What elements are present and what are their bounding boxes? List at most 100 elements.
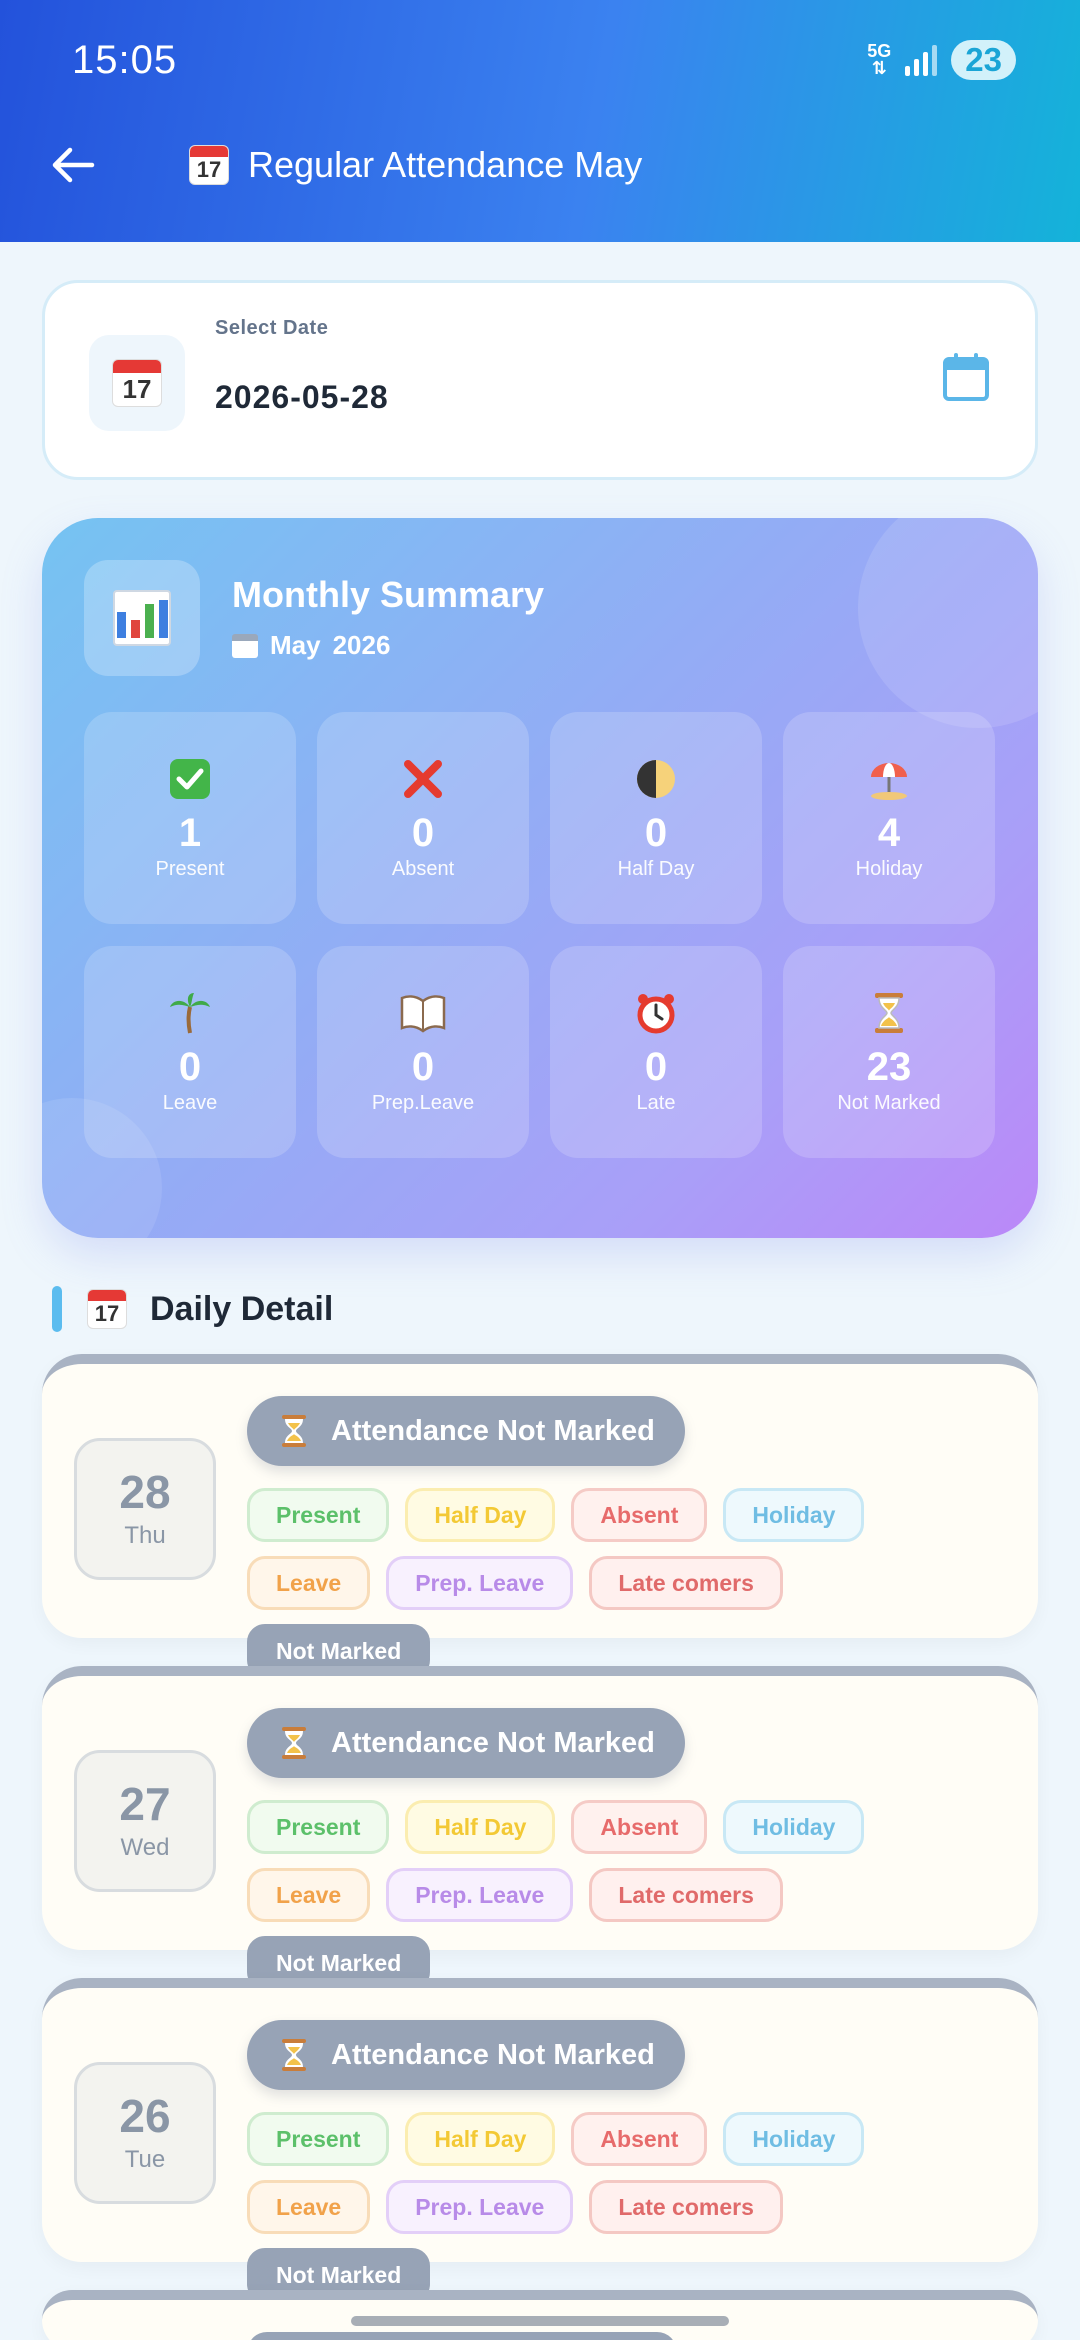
stat-leave: 0 Leave [84,946,296,1158]
hourglass-icon [282,1727,306,1759]
page-title: Regular Attendance May [248,144,643,185]
day-date-box: 26 Tue [74,2062,216,2204]
day-weekday: Tue [124,2146,166,2173]
option-half-day-chip[interactable]: Half Day [405,1800,556,1854]
decor-bubble [858,518,1038,728]
date-card-icon: 17 [89,335,185,431]
stat-value: 23 [866,1045,912,1089]
stat-holiday: 4 Holiday [783,712,995,924]
page-title-group: 17 Regular Attendance May [190,144,642,186]
status-text: Attendance Not Marked [331,1726,655,1759]
stat-label: Holiday [855,858,923,880]
date-label: Select Date [215,317,329,339]
date-value[interactable]: 2026-05-28 [215,379,389,416]
stat-value: 4 [877,811,901,855]
home-indicator[interactable] [351,2316,729,2326]
option-half-day-chip[interactable]: Half Day [405,1488,556,1542]
option-late-comers-chip[interactable]: Late comers [589,2180,783,2234]
stat-label: Leave [162,1092,218,1114]
option-present-chip[interactable]: Present [247,1488,390,1542]
day-number: 26 [119,2090,171,2142]
attendance-status-badge: Attendance Not Marked [247,2020,685,2090]
summary-month: May [270,630,321,660]
status-time: 15:05 [72,38,178,82]
section-title: Daily Detail [150,1289,334,1328]
option-absent-chip[interactable]: Absent [571,2112,708,2166]
monthly-summary-card: Monthly Summary May 2026 1 Present 0 Abs… [42,518,1038,1238]
stat-value: 0 [411,811,435,855]
stat-label: Prep.Leave [371,1092,475,1114]
stat-half-day: 0 Half Day [550,712,762,924]
summary-year: 2026 [332,630,391,660]
hourglass-icon [282,2039,306,2071]
option-absent-chip[interactable]: Absent [571,1488,708,1542]
summary-period: May 2026 [232,630,390,661]
status-text: Attendance Not Marked [331,2038,655,2071]
attendance-options: Present Half Day Absent Holiday Leave Pr… [247,1488,967,1678]
option-holiday-chip[interactable]: Holiday [723,1800,865,1854]
option-late-comers-chip[interactable]: Late comers [589,1556,783,1610]
option-late-comers-chip[interactable]: Late comers [589,1868,783,1922]
stat-absent: 0 Absent [317,712,529,924]
summary-title: Monthly Summary [232,574,545,615]
back-arrow-icon[interactable] [48,140,98,190]
summary-stats-grid: 1 Present 0 Absent 0 Half Day 4 Holiday [84,712,995,1158]
stat-not-marked: 23 Not Marked [783,946,995,1158]
stat-label: Present [155,858,225,880]
option-present-chip[interactable]: Present [247,1800,390,1854]
day-date-box: 27 Wed [74,1750,216,1892]
beach-umbrella-icon [867,756,911,802]
calendar-picker-icon[interactable] [941,351,991,403]
stat-label: Half Day [617,858,695,880]
calendar-emoji-icon: 17 [190,146,228,184]
stat-label: Late [636,1092,676,1114]
option-half-day-chip[interactable]: Half Day [405,2112,556,2166]
day-number: 27 [119,1778,171,1830]
stat-label: Absent [391,858,455,880]
daily-detail-header: 17 Daily Detail [52,1286,333,1332]
hourglass-icon [282,1415,306,1447]
attendance-status-badge: Attendance Not Marked [247,1708,685,1778]
option-absent-chip[interactable]: Absent [571,1800,708,1854]
attendance-status-badge: Attendance Not Marked [247,1396,685,1466]
option-prep-leave-chip[interactable]: Prep. Leave [386,1556,574,1610]
date-picker-card[interactable]: 17 Select Date 2026-05-28 [42,280,1038,480]
stat-value: 1 [178,811,202,855]
battery-badge: 23 [951,40,1016,80]
stat-present: 1 Present [84,712,296,924]
day-card: 26 Tue Attendance Not Marked Present Hal… [42,1978,1038,2302]
palm-tree-icon [168,990,212,1036]
stat-value: 0 [411,1045,435,1089]
stat-prep-leave: 0 Prep.Leave [317,946,529,1158]
stat-value: 0 [178,1045,202,1089]
option-present-chip[interactable]: Present [247,2112,390,2166]
status-icons: 5G ⇅ 23 [867,40,1016,80]
calendar-emoji-icon: 17 [88,1290,126,1328]
day-weekday: Thu [124,1522,166,1549]
stat-value: 0 [644,811,668,855]
day-card-partial [42,2290,1038,2340]
network-5g-icon: 5G ⇅ [867,41,892,78]
option-holiday-chip[interactable]: Holiday [723,1488,865,1542]
calendar-icon [232,633,258,658]
day-date-box: 28 Thu [74,1438,216,1580]
option-leave-chip[interactable]: Leave [247,1868,371,1922]
signal-icon [905,44,938,76]
option-holiday-chip[interactable]: Holiday [723,2112,865,2166]
stat-late: 0 Late [550,946,762,1158]
half-moon-icon [634,756,678,802]
option-prep-leave-chip[interactable]: Prep. Leave [386,1868,574,1922]
bar-chart-icon [84,560,200,676]
book-icon [399,990,447,1036]
status-text: Attendance Not Marked [331,1414,655,1447]
section-accent-bar [52,1286,62,1332]
option-prep-leave-chip[interactable]: Prep. Leave [386,2180,574,2234]
stat-label: Not Marked [837,1092,941,1114]
attendance-options: Present Half Day Absent Holiday Leave Pr… [247,1800,967,1990]
attendance-options: Present Half Day Absent Holiday Leave Pr… [247,2112,967,2302]
check-icon [168,756,212,802]
option-leave-chip[interactable]: Leave [247,1556,371,1610]
day-card: 28 Thu Attendance Not Marked Present Hal… [42,1354,1038,1678]
stat-value: 0 [644,1045,668,1089]
option-leave-chip[interactable]: Leave [247,2180,371,2234]
